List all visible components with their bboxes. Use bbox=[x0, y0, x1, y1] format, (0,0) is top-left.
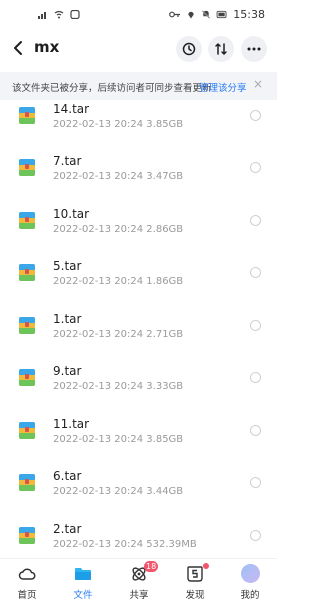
discover-icon bbox=[187, 566, 203, 582]
file-name: 6.tar bbox=[53, 469, 82, 483]
signal-icon bbox=[38, 12, 46, 19]
discover-dot bbox=[203, 563, 209, 569]
select-checkbox[interactable] bbox=[250, 372, 261, 383]
file-meta: 2022-02-13 20:24 3.47GB bbox=[53, 171, 184, 182]
history-icon bbox=[182, 42, 196, 56]
status-right: 15:38 bbox=[169, 8, 265, 21]
file-name: 9.tar bbox=[53, 364, 82, 378]
select-checkbox[interactable] bbox=[250, 425, 261, 436]
select-checkbox[interactable] bbox=[250, 267, 261, 278]
archive-file-icon bbox=[19, 264, 35, 281]
archive-file-icon bbox=[19, 369, 35, 386]
select-checkbox[interactable] bbox=[250, 110, 261, 121]
archive-file-icon bbox=[19, 107, 35, 124]
status-time: 15:38 bbox=[233, 8, 265, 21]
file-row[interactable]: 9.tar 2022-02-13 20:24 3.33GB bbox=[0, 352, 277, 404]
file-meta: 2022-02-13 20:24 2.86GB bbox=[53, 224, 184, 235]
header: mx bbox=[0, 30, 277, 68]
mute-icon bbox=[202, 10, 211, 19]
file-name: 11.tar bbox=[53, 417, 90, 431]
close-icon[interactable]: × bbox=[253, 77, 263, 91]
select-checkbox[interactable] bbox=[250, 162, 261, 173]
sort-button[interactable] bbox=[208, 36, 234, 62]
file-name: 7.tar bbox=[53, 154, 82, 168]
tab-home[interactable]: 首页 bbox=[7, 563, 47, 600]
archive-file-icon bbox=[19, 422, 35, 439]
select-checkbox[interactable] bbox=[250, 477, 261, 488]
file-name: 14.tar bbox=[53, 102, 90, 116]
status-left bbox=[38, 10, 80, 19]
tab-files[interactable]: 文件 bbox=[63, 563, 103, 600]
sort-icon bbox=[215, 42, 227, 56]
battery-icon bbox=[216, 10, 227, 19]
archive-file-icon bbox=[19, 159, 35, 176]
tab-share[interactable]: 18 共享 bbox=[119, 561, 159, 600]
app-notification-icon bbox=[70, 10, 80, 19]
file-meta: 2022-02-13 20:24 3.33GB bbox=[53, 381, 184, 392]
more-button[interactable] bbox=[241, 36, 267, 62]
bottom-tab-bar: 首页 文件 18 共享 发现 我的 bbox=[0, 558, 277, 600]
select-checkbox[interactable] bbox=[250, 320, 261, 331]
page-title: mx bbox=[34, 38, 60, 56]
file-meta: 2022-02-13 20:24 2.71GB bbox=[53, 329, 184, 340]
file-row[interactable]: 6.tar 2022-02-13 20:24 3.44GB bbox=[0, 457, 277, 509]
archive-file-icon bbox=[19, 317, 35, 334]
file-meta: 2022-02-13 20:24 3.85GB bbox=[53, 434, 184, 445]
key-icon bbox=[169, 11, 181, 18]
tab-label: 我的 bbox=[240, 590, 260, 600]
tab-discover[interactable]: 发现 bbox=[175, 563, 215, 600]
file-row[interactable]: 7.tar 2022-02-13 20:24 3.47GB bbox=[0, 142, 277, 194]
archive-file-icon bbox=[19, 474, 35, 491]
file-row[interactable]: 5.tar 2022-02-13 20:24 1.86GB bbox=[0, 247, 277, 299]
file-row[interactable]: 1.tar 2022-02-13 20:24 2.71GB bbox=[0, 300, 277, 352]
select-checkbox[interactable] bbox=[250, 530, 261, 541]
file-name: 1.tar bbox=[53, 312, 82, 326]
wifi-icon bbox=[54, 10, 64, 19]
file-meta: 2022-02-13 20:24 3.85GB bbox=[53, 119, 184, 130]
file-row[interactable]: 14.tar 2022-02-13 20:24 3.85GB bbox=[0, 90, 277, 142]
history-button[interactable] bbox=[176, 36, 202, 62]
file-meta: 2022-02-13 20:24 1.86GB bbox=[53, 276, 184, 287]
folder-icon bbox=[75, 568, 91, 580]
archive-file-icon bbox=[19, 212, 35, 229]
file-name: 5.tar bbox=[53, 259, 82, 273]
avatar bbox=[241, 564, 260, 583]
tab-mine[interactable]: 我的 bbox=[230, 563, 270, 600]
file-meta: 2022-02-13 20:24 3.44GB bbox=[53, 486, 184, 497]
file-row[interactable]: 10.tar 2022-02-13 20:24 2.86GB bbox=[0, 195, 277, 247]
tab-label: 首页 bbox=[17, 590, 37, 600]
file-row[interactable]: 11.tar 2022-02-13 20:24 3.85GB bbox=[0, 405, 277, 457]
more-icon bbox=[247, 47, 261, 51]
file-name: 10.tar bbox=[53, 207, 90, 221]
share-badge: 18 bbox=[144, 561, 159, 572]
file-name: 2.tar bbox=[53, 522, 82, 536]
tab-label: 共享 bbox=[129, 590, 149, 600]
file-meta: 2022-02-13 20:24 532.39MB bbox=[53, 539, 197, 550]
select-checkbox[interactable] bbox=[250, 215, 261, 226]
back-icon[interactable] bbox=[10, 38, 28, 58]
status-bar: 15:38 bbox=[0, 0, 277, 30]
cloud-icon bbox=[18, 568, 36, 580]
archive-file-icon bbox=[19, 527, 35, 544]
location-icon bbox=[188, 11, 194, 19]
tab-label: 文件 bbox=[73, 590, 93, 600]
file-row[interactable]: 2.tar 2022-02-13 20:24 532.39MB bbox=[0, 510, 277, 562]
tab-label: 发现 bbox=[185, 590, 205, 600]
